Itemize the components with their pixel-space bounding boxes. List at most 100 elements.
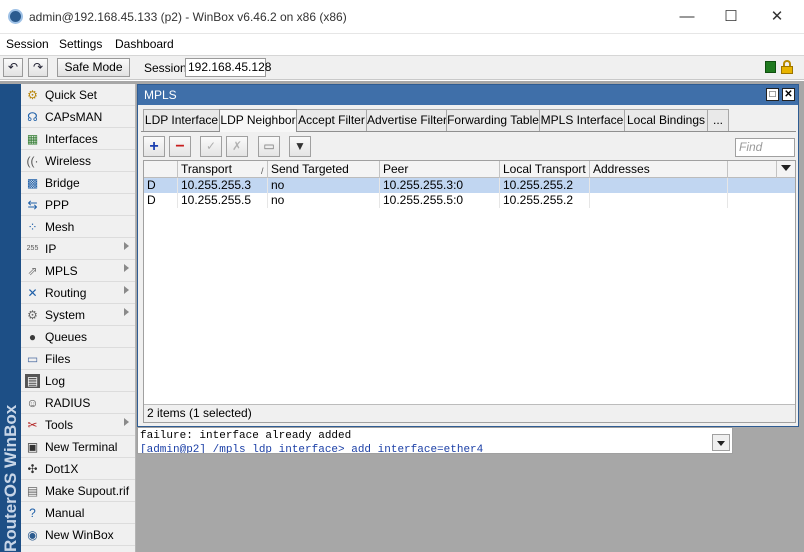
row-flag: D: [144, 193, 178, 208]
sidebar-item-interfaces[interactable]: ▦ Interfaces: [21, 128, 135, 150]
comment-button[interactable]: ▭: [258, 136, 280, 157]
tab-forwarding-table[interactable]: Forwarding Table: [446, 109, 540, 131]
sidebar-item-quick-set[interactable]: ⚙ Quick Set: [21, 84, 135, 106]
col-flag[interactable]: [144, 161, 178, 178]
sidebar-item-label: Interfaces: [45, 132, 98, 146]
sidebar-item-make-supout-rif[interactable]: ▤ Make Supout.rif: [21, 480, 135, 502]
sidebar-item-manual[interactable]: ? Manual: [21, 502, 135, 524]
mpls-close-button[interactable]: ✕: [782, 88, 795, 101]
radius-icon: ☺: [26, 396, 39, 410]
safe-mode-button[interactable]: Safe Mode: [57, 58, 130, 77]
add-button[interactable]: +: [143, 136, 165, 157]
mpls-maximize-button[interactable]: □: [766, 88, 779, 101]
sidebar-item-label: Dot1X: [45, 462, 79, 476]
row-local-transport: 10.255.255.2: [500, 178, 590, 193]
files-icon: ▭: [26, 352, 39, 366]
sidebar-item-queues[interactable]: ● Queues: [21, 326, 135, 348]
terminal-output-line: failure: interface already added: [140, 430, 352, 442]
sidebar-item-log[interactable]: ▤ Log: [21, 370, 135, 392]
tab-more[interactable]: ...: [707, 109, 729, 131]
tab-mpls-interface[interactable]: MPLS Interface: [539, 109, 625, 131]
tab-accept-filter[interactable]: Accept Filter: [296, 109, 367, 131]
connection-status-icon: [765, 61, 776, 73]
terminal-scroll-down-icon[interactable]: [712, 434, 730, 451]
sidebar-item-files[interactable]: ▭ Files: [21, 348, 135, 370]
submenu-arrow-icon: [124, 242, 129, 250]
sort-indicator: /: [261, 166, 264, 176]
dot1x-icon: ✣: [27, 462, 38, 476]
routing-icon: ✕: [27, 286, 38, 300]
col-local-transport[interactable]: Local Transport: [500, 161, 590, 178]
table-row[interactable]: D 10.255.255.3 no 10.255.255.3:0 10.255.…: [144, 178, 795, 193]
ppp-icon: ⇆: [27, 198, 38, 212]
table-row[interactable]: D 10.255.255.5 no 10.255.255.5:0 10.255.…: [144, 193, 795, 208]
sidebar-item-capsman[interactable]: ☊ CAPsMAN: [21, 106, 135, 128]
table-status: 2 items (1 selected): [144, 404, 795, 422]
sidebar-item-ppp[interactable]: ⇆ PPP: [21, 194, 135, 216]
tab-ldp-interface[interactable]: LDP Interface: [143, 109, 220, 131]
sidebar-item-new-winbox[interactable]: ◉ New WinBox: [21, 524, 135, 546]
sidebar-item-label: System: [45, 308, 86, 322]
enable-button[interactable]: ✓: [200, 136, 222, 157]
sidebar-item-system[interactable]: ⚙ System: [21, 304, 135, 326]
tab-advertise-filter[interactable]: Advertise Filter: [366, 109, 447, 131]
minimize-button[interactable]: —: [672, 6, 702, 28]
manual-icon: ?: [29, 506, 36, 520]
close-button[interactable]: ✕: [762, 6, 792, 28]
queues-icon: ●: [28, 330, 37, 344]
menu-dashboard[interactable]: Dashboard: [115, 37, 174, 51]
sidebar-item-wireless[interactable]: ((· Wireless: [21, 150, 135, 172]
winbox-icon: ◉: [27, 528, 38, 542]
mpls-titlebar[interactable]: MPLS □ ✕: [138, 85, 798, 105]
mpls-title: MPLS: [144, 88, 177, 102]
find-input[interactable]: Find: [735, 138, 795, 157]
sidebar-item-label: CAPsMAN: [45, 110, 103, 124]
row-send-targeted: no: [268, 178, 380, 193]
row-peer: 10.255.255.5:0: [380, 193, 500, 208]
sidebar-item-label: Bridge: [45, 176, 80, 190]
sidebar-item-mesh[interactable]: ⁘ Mesh: [21, 216, 135, 238]
sidebar-item-label: IP: [45, 242, 57, 256]
columns-dropdown-icon[interactable]: [781, 165, 791, 171]
sidebar-item-label: PPP: [45, 198, 70, 212]
sidebar-item-dot1x[interactable]: ✣ Dot1X: [21, 458, 135, 480]
sidebar-item-label: Queues: [45, 330, 88, 344]
sidebar-item-bridge[interactable]: ▩ Bridge: [21, 172, 135, 194]
col-peer[interactable]: Peer: [380, 161, 500, 178]
sidebar-item-radius[interactable]: ☺ RADIUS: [21, 392, 135, 414]
sidebar-item-routing[interactable]: ✕ Routing: [21, 282, 135, 304]
brand-text: RouterOS WinBox: [1, 404, 20, 552]
submenu-arrow-icon: [124, 308, 129, 316]
interfaces-icon: ▦: [26, 132, 39, 146]
col-send-targeted[interactable]: Send Targeted: [268, 161, 380, 178]
session-address: 192.168.45.128: [185, 58, 271, 77]
sidebar-item-tools[interactable]: ✂ Tools: [21, 414, 135, 436]
submenu-arrow-icon: [124, 264, 129, 272]
sidebar: ⚙ Quick Set ☊ CAPsMAN ▦ Interfaces ((· Wireless…: [21, 84, 136, 552]
tools-icon: ✂: [27, 418, 38, 432]
col-transport[interactable]: Transport: [178, 161, 268, 178]
remove-button[interactable]: −: [169, 136, 191, 157]
title-bar: admin@192.168.45.133 (p2) - WinBox v6.46…: [0, 0, 804, 34]
sidebar-item-ip[interactable]: 255 IP: [21, 238, 135, 260]
menu-settings[interactable]: Settings: [59, 37, 102, 51]
sidebar-item-label: Quick Set: [45, 88, 98, 102]
sidebar-item-new-terminal[interactable]: ▣ New Terminal: [21, 436, 135, 458]
row-addresses: [590, 178, 728, 193]
col-addresses[interactable]: Addresses: [590, 161, 728, 178]
system-icon: ⚙: [27, 308, 38, 322]
undo-button[interactable]: ↶: [3, 58, 23, 77]
disable-button[interactable]: ✗: [226, 136, 248, 157]
menu-session[interactable]: Session: [6, 37, 49, 51]
submenu-arrow-icon: [124, 418, 129, 426]
terminal-window[interactable]: failure: interface already added [admin@…: [137, 427, 733, 454]
row-flag: D: [144, 178, 178, 193]
mpls-window: MPLS □ ✕ LDP Interface LDP Neighbor Accept…: [137, 84, 799, 427]
tab-local-bindings[interactable]: Local Bindings: [624, 109, 708, 131]
filter-button[interactable]: ▼: [289, 136, 311, 157]
sidebar-item-label: Log: [45, 374, 66, 388]
redo-button[interactable]: ↷: [28, 58, 48, 77]
maximize-button[interactable]: ☐: [716, 6, 746, 28]
tab-ldp-neighbor[interactable]: LDP Neighbor: [219, 109, 297, 132]
sidebar-item-mpls[interactable]: ⇗ MPLS: [21, 260, 135, 282]
